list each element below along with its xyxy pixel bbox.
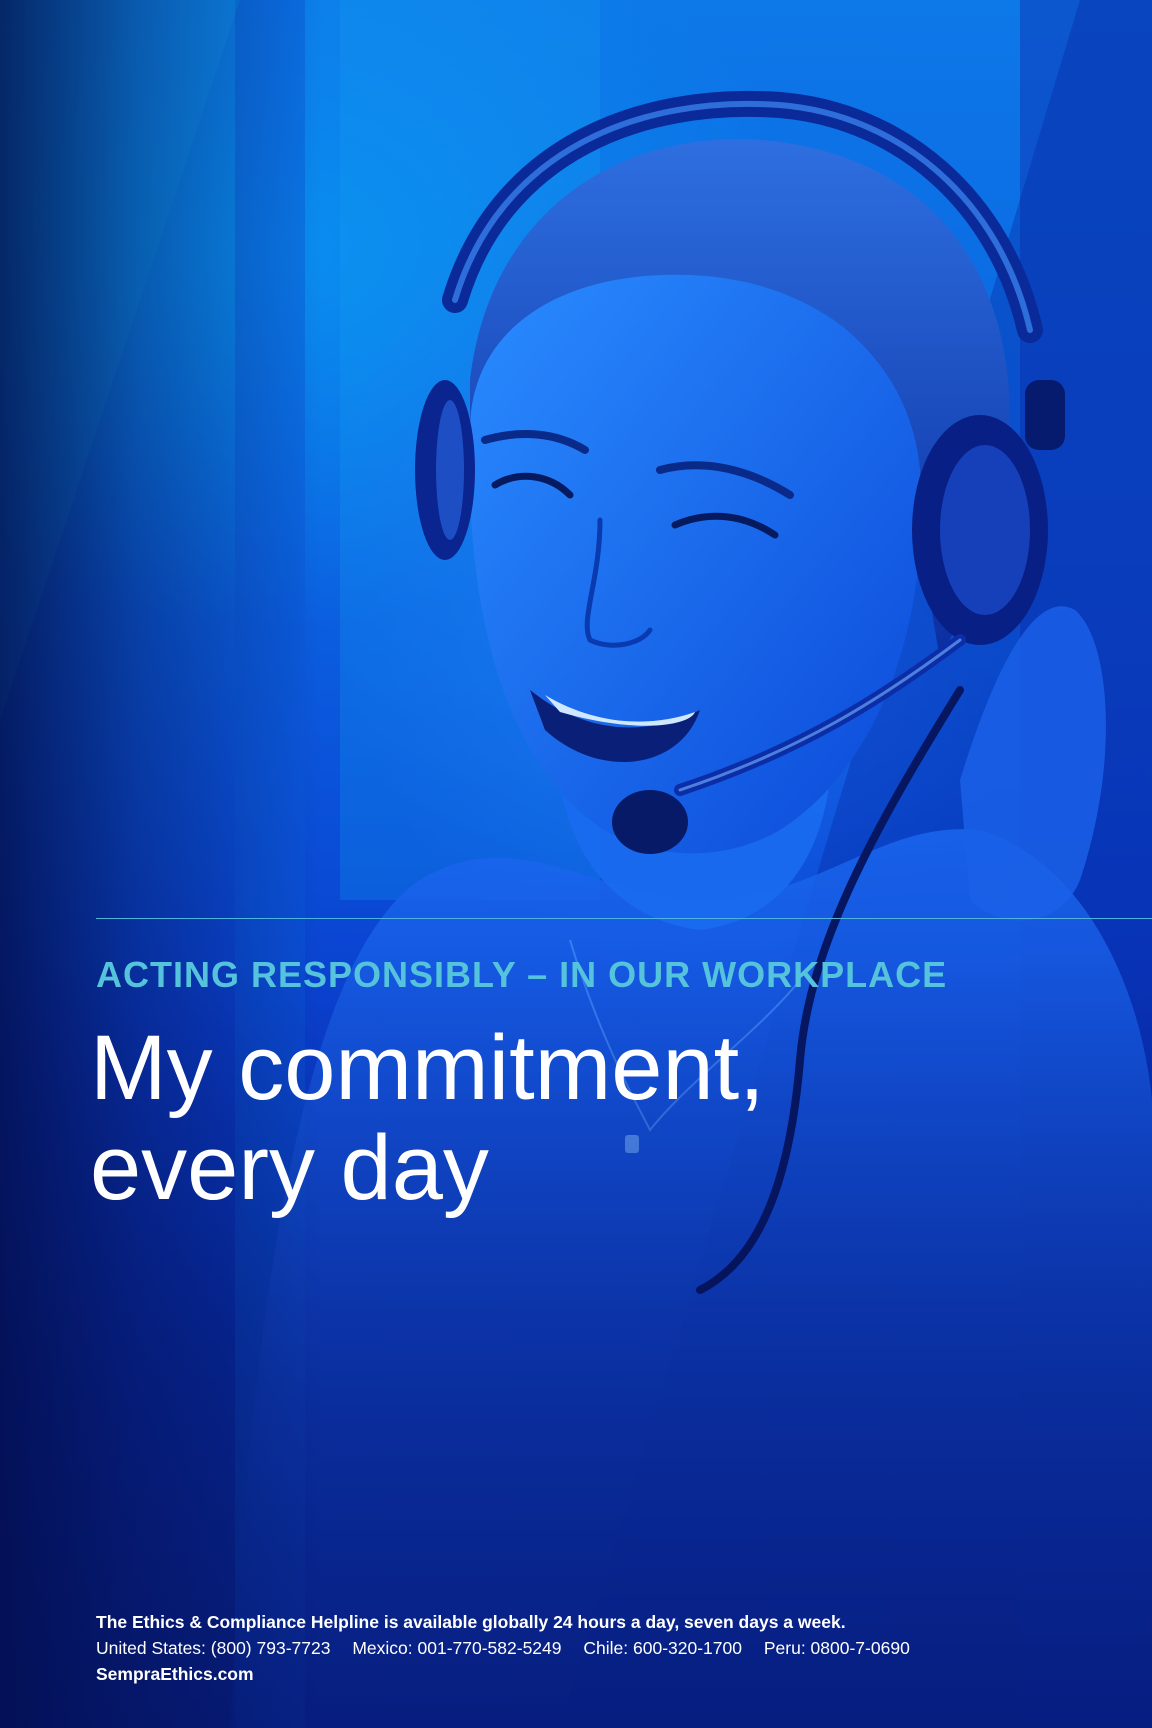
background-photo-agent-with-headset bbox=[0, 0, 1152, 1728]
headline-line-1: My commitment, bbox=[90, 1017, 765, 1119]
phone-united-states: United States: (800) 793-7723 bbox=[96, 1638, 331, 1658]
website-link[interactable]: SempraEthics.com bbox=[96, 1661, 1136, 1687]
helpline-footer: The Ethics & Compliance Helpline is avai… bbox=[96, 1609, 1136, 1687]
headline-line-2: every day bbox=[90, 1117, 489, 1219]
phone-chile: Chile: 600-320-1700 bbox=[583, 1638, 742, 1658]
phone-peru: Peru: 0800-7-0690 bbox=[763, 1638, 910, 1658]
poster: ACTING RESPONSIBLY – IN OUR WORKPLACE My… bbox=[0, 0, 1152, 1728]
headline: My commitment, every day bbox=[90, 1018, 990, 1218]
section-label: ACTING RESPONSIBLY – IN OUR WORKPLACE bbox=[96, 954, 948, 995]
helpline-phone-numbers: United States: (800) 793-7723 Mexico: 00… bbox=[96, 1635, 1136, 1661]
divider-line bbox=[96, 918, 1152, 919]
phone-mexico: Mexico: 001-770-582-5249 bbox=[352, 1638, 562, 1658]
helpline-availability: The Ethics & Compliance Helpline is avai… bbox=[96, 1612, 846, 1632]
